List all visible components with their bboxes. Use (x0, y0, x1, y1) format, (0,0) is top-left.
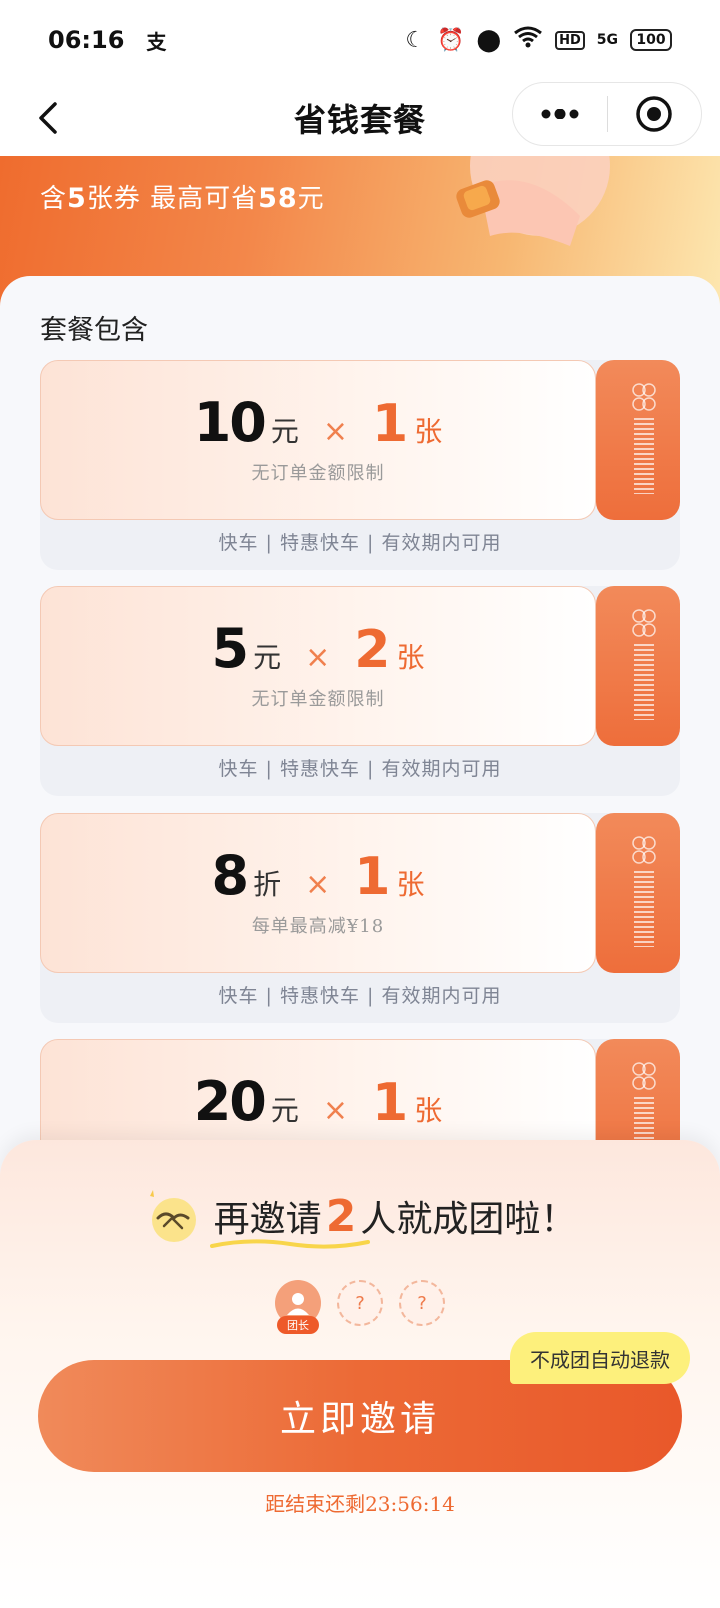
coupon-amount: 5 (211, 617, 250, 680)
package-card: 套餐包含 10 元 × 1 张 无订单金额限制 快车 | 特惠快车 | 有效期内… (0, 276, 720, 1249)
coupon-item: 8 折 × 1 张 每单最高减¥18 快车 | 特惠快车 | 有效期内可用 (40, 813, 680, 1023)
coupon-count: 1 (372, 394, 409, 454)
yellow-underline-decoration (210, 1239, 370, 1249)
section-title: 套餐包含 (40, 315, 148, 346)
coupon-value: 8 折 × 1 张 (41, 844, 595, 907)
moon-icon: ☾ (405, 27, 426, 53)
status-indicators: ☾ ⏰ ⬤ HD 5G 100 (405, 26, 672, 54)
stub-rings-icon (632, 609, 656, 637)
multiply-sign: × (305, 867, 331, 902)
status-bar: 06:16 支 ☾ ⏰ ⬤ HD 5G 100 (0, 0, 720, 80)
coupon-description: 无订单金额限制 (251, 689, 385, 710)
battery-icon: 100 (630, 29, 672, 51)
coupon-count: 2 (354, 620, 391, 680)
banner-mid: 张券 最高可省 (86, 184, 259, 214)
back-button[interactable] (24, 94, 72, 142)
barcode-icon (634, 418, 654, 494)
nav-bar: 省钱套餐 (0, 80, 720, 156)
location-icon: ⬤ (476, 27, 502, 53)
signal-5g-icon: 5G (596, 32, 618, 48)
chevron-left-icon (39, 102, 57, 134)
coupon-count-unit: 张 (396, 641, 425, 674)
coupon-item: 5 元 × 2 张 无订单金额限制 快车 | 特惠快车 | 有效期内可用 (40, 586, 680, 796)
coupon-item: 10 元 × 1 张 无订单金额限制 快车 | 特惠快车 | 有效期内可用 (40, 360, 680, 570)
coupon-face: 10 元 × 1 张 无订单金额限制 (40, 360, 596, 520)
coupon-amount: 8 (211, 844, 250, 907)
coupon-count-unit: 张 (414, 1094, 443, 1127)
coupon-count: 1 (354, 847, 391, 907)
barcode-icon (634, 871, 654, 947)
user-icon (287, 1293, 309, 1315)
status-time: 06:16 (48, 26, 125, 54)
empty-member-slot: ? (337, 1280, 383, 1326)
close-mini-program-button[interactable] (608, 82, 702, 146)
coupon-stub (596, 360, 680, 520)
coupon-usage: 快车 | 特惠快车 | 有效期内可用 (218, 985, 502, 1007)
coupon-unit: 元 (270, 415, 299, 448)
barcode-icon (634, 644, 654, 720)
group-members: 团长 ? ? (0, 1280, 720, 1334)
alarm-icon: ⏰ (437, 27, 465, 53)
coupon-usage: 快车 | 特惠快车 | 有效期内可用 (218, 758, 502, 780)
coupon-value: 5 元 × 2 张 (41, 617, 595, 680)
coupon-unit: 折 (253, 868, 282, 901)
coupon-value: 20 元 × 1 张 (41, 1070, 595, 1133)
multiply-sign: × (322, 1093, 349, 1128)
empty-member-slot: ? (399, 1280, 445, 1326)
countdown-value: 23:56:14 (365, 1492, 455, 1516)
alipay-icon: 支 (146, 29, 167, 54)
stub-rings-icon (632, 1062, 656, 1090)
cheering-fist-icon (149, 1190, 196, 1242)
target-close-icon (636, 96, 672, 132)
coupon-stub (596, 586, 680, 746)
coupon-stub (596, 813, 680, 973)
coupon-description: 无订单金额限制 (251, 463, 385, 484)
coupon-count-unit: 张 (414, 415, 443, 448)
stub-rings-icon (632, 383, 656, 411)
hd-icon: HD (555, 30, 585, 50)
multiply-sign: × (322, 414, 349, 449)
more-dots-icon (541, 109, 579, 119)
banner-subtitle: 含5张券 最高可省58元 (40, 178, 325, 215)
more-button[interactable] (513, 82, 607, 146)
headline-prefix: 再邀请 (213, 1199, 322, 1240)
coupon-face: 5 元 × 2 张 无订单金额限制 (40, 586, 596, 746)
leader-avatar: 团长 (275, 1280, 321, 1334)
coupon-amount: 20 (193, 1070, 267, 1133)
countdown-timer: 距结束还剩23:56:14 (0, 1488, 720, 1517)
headline-suffix: 人就成团啦！ (360, 1199, 577, 1240)
countdown-label: 距结束还剩 (265, 1492, 366, 1516)
hand-illustration (456, 156, 610, 246)
stub-rings-icon (632, 836, 656, 864)
banner-max-saving: 58 (258, 183, 298, 214)
coupon-usage: 快车 | 特惠快车 | 有效期内可用 (218, 532, 502, 554)
coupon-count: 1 (372, 1073, 409, 1133)
mini-program-capsule (512, 82, 702, 146)
coupon-unit: 元 (253, 641, 282, 674)
coupon-amount: 10 (193, 391, 267, 454)
coupon-unit: 元 (270, 1094, 299, 1127)
leader-badge: 团长 (277, 1316, 319, 1334)
invite-panel: 再邀请 2 人就成团啦！ 团长 ? ? 不成团自动退款 立即邀请 距结束还剩23… (0, 1140, 720, 1608)
coupon-count-unit: 张 (396, 868, 425, 901)
multiply-sign: × (305, 640, 331, 675)
coupon-description: 每单最高减¥18 (251, 916, 385, 937)
banner-coupon-count: 5 (67, 183, 87, 214)
wifi-icon (513, 26, 543, 54)
coupon-face: 8 折 × 1 张 每单最高减¥18 (40, 813, 596, 973)
coupon-value: 10 元 × 1 张 (41, 391, 595, 454)
people-needed: 2 (325, 1190, 357, 1242)
refund-tag: 不成团自动退款 (510, 1332, 690, 1384)
banner-suffix: 元 (297, 184, 325, 214)
banner-prefix: 含 (40, 184, 68, 214)
page-title: 省钱套餐 (293, 101, 426, 139)
